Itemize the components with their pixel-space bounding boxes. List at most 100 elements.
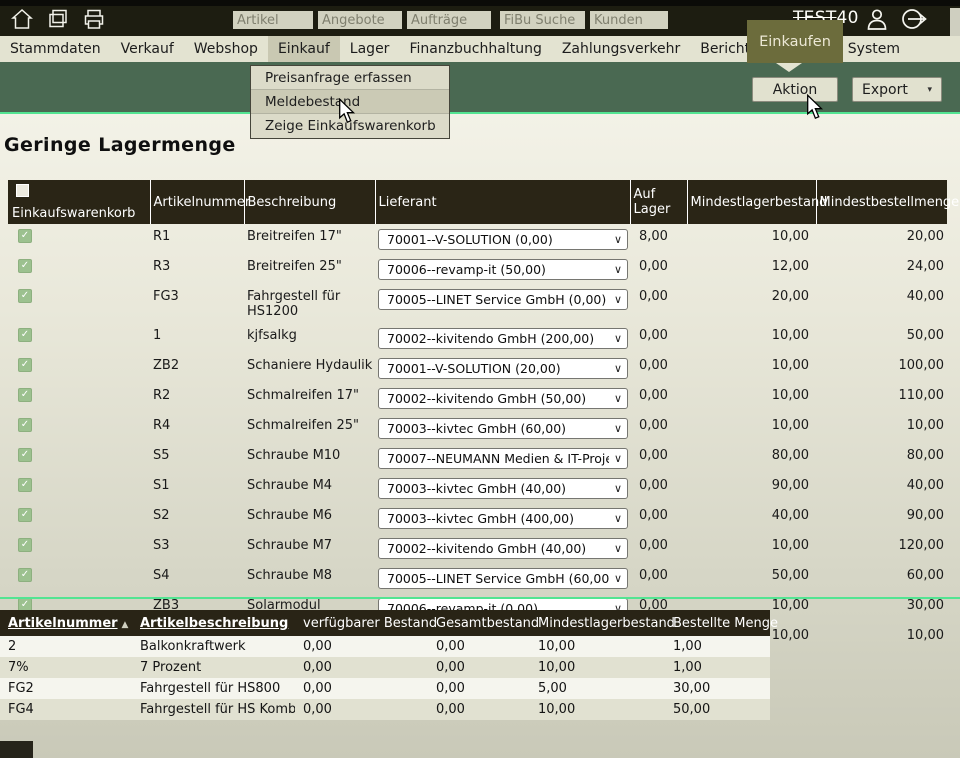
mindestbestellmenge-cell: 80,00 [816,443,947,473]
copy-icon[interactable] [46,8,70,30]
menu-item-stammdaten[interactable]: Stammdaten [0,36,111,62]
table-row: ✓ 1 kjfsalkg 70002--kivitendo GmbH (200,… [8,323,947,353]
search-angebote-input[interactable] [318,11,402,29]
mindestlagerbestand-cell: 10,00 [687,533,816,563]
flyout-item-meldebestand[interactable]: Meldebestand [251,90,449,114]
mindestlagerbestand-cell: 10,00 [687,353,816,383]
search-artikel-input[interactable] [233,11,313,29]
cart-checkbox[interactable]: ✓ [18,229,32,243]
cell: 0,00 [428,678,530,699]
cart-checkbox[interactable]: ✓ [18,478,32,492]
cell: 1,00 [665,636,770,657]
mindestbestellmenge-cell: 40,00 [816,284,947,323]
auf-lager-cell: 0,00 [630,413,687,443]
mindestbestellmenge-cell: 40,00 [816,473,947,503]
table-row: ✓ R2 Schmalreifen 17" 70002--kivitendo G… [8,383,947,413]
cell: 0,00 [428,699,530,720]
column-header-artikelbeschreibung[interactable]: Artikelbeschreibung [132,610,295,636]
home-icon[interactable] [10,8,34,30]
cell: 0,00 [295,678,428,699]
flyout-item-preisanfrage-erfassen[interactable]: Preisanfrage erfassen [251,66,449,90]
lieferant-select[interactable]: 70002--kivitendo GmbH (50,00)∨ [378,388,628,409]
cell: 0,00 [428,657,530,678]
cell: 7 Prozent [132,657,295,678]
lieferant-select[interactable]: 70007--NEUMANN Medien & IT-Proje∨ [378,448,628,469]
menu-item-verkauf[interactable]: Verkauf [111,36,184,62]
mindestlagerbestand-cell: 40,00 [687,503,816,533]
lieferant-select[interactable]: 70005--LINET Service GmbH (60,00)∨ [378,568,628,589]
low-stock-table: Einkaufswarenkorb Artikelnummer Beschrei… [8,180,947,653]
lieferant-select[interactable]: 70002--kivitendo GmbH (200,00)∨ [378,328,628,349]
mindestbestellmenge-cell: 20,00 [816,224,947,254]
mindestlagerbestand-cell: 80,00 [687,443,816,473]
cart-checkbox[interactable]: ✓ [18,358,32,372]
lieferant-select[interactable]: 70003--kivtec GmbH (60,00)∨ [378,418,628,439]
aktion-button[interactable]: Aktion [752,77,838,102]
flyout-item-zeige-einkaufswarenkorb[interactable]: Zeige Einkaufswarenkorb [251,114,449,138]
lieferant-select[interactable]: 70005--LINET Service GmbH (0,00)∨ [378,289,628,310]
cart-checkbox[interactable]: ✓ [18,448,32,462]
artikelnummer-cell: 1 [150,323,244,353]
lieferant-select[interactable]: 70001--V-SOLUTION (0,00)∨ [378,229,628,250]
beschreibung-cell: Fahrgestell für HS1200 [244,284,375,323]
cell: 10,00 [530,657,665,678]
chevron-down-icon: ∨ [614,451,622,466]
select-all-checkbox[interactable] [16,184,29,197]
chevron-down-icon: ∨ [614,262,622,277]
column-header-bestellte-menge: Bestellte Menge [665,610,770,636]
auf-lager-cell: 0,00 [630,563,687,593]
cell: 0,00 [295,636,428,657]
cart-checkbox[interactable]: ✓ [18,568,32,582]
auf-lager-cell: 0,00 [630,443,687,473]
mindestbestellmenge-cell: 10,00 [816,623,947,653]
artikelnummer-cell: S1 [150,473,244,503]
einkaufen-tab-badge[interactable]: Einkaufen [747,20,843,63]
table-row: ✓ R1 Breitreifen 17" 70001--V-SOLUTION (… [8,224,947,254]
lieferant-select[interactable]: 70003--kivtec GmbH (400,00)∨ [378,508,628,529]
lieferant-select[interactable]: 70002--kivitendo GmbH (40,00)∨ [378,538,628,559]
cart-checkbox[interactable]: ✓ [18,418,32,432]
cell: FG2 [0,678,132,699]
column-header-einkaufswarenkorb: Einkaufswarenkorb [8,180,150,224]
table-row: ✓ S3 Schraube M7 70002--kivitendo GmbH (… [8,533,947,563]
menu-item-einkauf[interactable]: Einkauf [268,36,340,62]
search-fibu-input[interactable] [500,11,585,29]
beschreibung-cell: Schmalreifen 25" [244,413,375,443]
search-kunden-input[interactable] [590,11,668,29]
lieferant-select[interactable]: 70003--kivtec GmbH (40,00)∨ [378,478,628,499]
auf-lager-cell: 8,00 [630,224,687,254]
print-icon[interactable] [82,8,106,30]
column-header-lieferant: Lieferant [375,180,630,224]
logout-icon[interactable] [900,6,934,36]
artikelnummer-cell: S2 [150,503,244,533]
export-button[interactable]: Export▾ [852,77,942,102]
cart-checkbox[interactable]: ✓ [18,289,32,303]
cart-checkbox[interactable]: ✓ [18,259,32,273]
menu-item-finanzbuchhaltung[interactable]: Finanzbuchhaltung [399,36,551,62]
beschreibung-cell: Schraube M7 [244,533,375,563]
table-row: ✓ S2 Schraube M6 70003--kivtec GmbH (400… [8,503,947,533]
column-header-mindestlagerbestand-2: Mindestlagerbestand [530,610,665,636]
mindestlagerbestand-cell: 10,00 [687,323,816,353]
auf-lager-cell: 0,00 [630,503,687,533]
column-header-artikelnummer-sorted[interactable]: Artikelnummer▲ [0,610,132,636]
menu-item-webshop[interactable]: Webshop [184,36,268,62]
mindestbestellmenge-cell: 100,00 [816,353,947,383]
auf-lager-cell: 0,00 [630,284,687,323]
artikelnummer-cell: R1 [150,224,244,254]
chevron-down-icon: ∨ [614,571,622,586]
lieferant-select[interactable]: 70006--revamp-it (50,00)∨ [378,259,628,280]
cell: 10,00 [530,636,665,657]
mindestlagerbestand-cell: 20,00 [687,284,816,323]
cart-checkbox[interactable]: ✓ [18,388,32,402]
user-icon[interactable] [864,7,890,35]
cart-checkbox[interactable]: ✓ [18,508,32,522]
cart-checkbox[interactable]: ✓ [18,328,32,342]
cart-checkbox[interactable]: ✓ [18,538,32,552]
menu-item-lager[interactable]: Lager [340,36,400,62]
lieferant-select[interactable]: 70001--V-SOLUTION (20,00)∨ [378,358,628,379]
search-auftraege-input[interactable] [407,11,491,29]
mindestbestellmenge-cell: 60,00 [816,563,947,593]
menu-item-zahlungsverkehr[interactable]: Zahlungsverkehr [552,36,690,62]
menu-item-system[interactable]: System [838,36,910,62]
